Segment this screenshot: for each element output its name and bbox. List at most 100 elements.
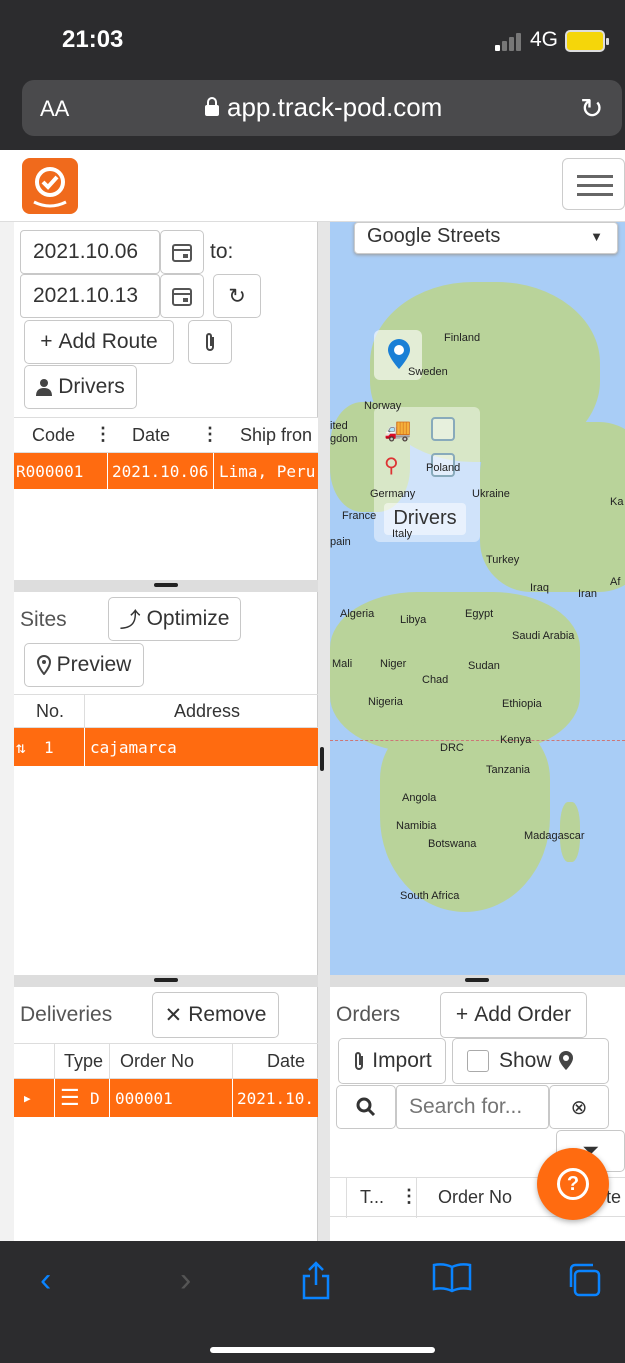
horizontal-splitter[interactable] <box>14 580 318 592</box>
map-label: Poland <box>426 462 461 474</box>
map-view[interactable]: Google Streets ▼ 🚚 ⚲ Drivers Finland Swe… <box>330 222 625 975</box>
map-label: Turkey <box>486 554 520 566</box>
map-label: Botswana <box>428 838 477 850</box>
table-row[interactable]: ▶ ☰ D 000001 2021.10.( <box>14 1079 318 1117</box>
horizontal-splitter[interactable] <box>330 975 625 987</box>
col-address[interactable]: Address <box>174 701 240 722</box>
vertical-splitter[interactable] <box>318 222 330 1241</box>
col-date[interactable]: Date <box>132 425 170 446</box>
calendar-from-icon[interactable] <box>160 230 204 274</box>
calendar-to-icon[interactable] <box>160 274 204 318</box>
col-type[interactable]: T... <box>360 1187 384 1208</box>
reload-icon[interactable]: ↻ <box>580 92 603 125</box>
map-label: pain <box>330 536 351 548</box>
remove-label: Remove <box>188 1003 267 1026</box>
col-date[interactable]: Date <box>267 1051 305 1072</box>
reorder-icon[interactable]: ⇅ <box>16 728 36 766</box>
sites-table-header: No. Address <box>14 694 318 729</box>
import-button[interactable]: Import <box>338 1038 446 1084</box>
drivers-label: Drivers <box>58 375 125 398</box>
map-label: gdom <box>330 433 358 445</box>
text-size-button[interactable]: AA <box>40 96 69 122</box>
tabs-icon[interactable] <box>565 1261 603 1308</box>
sites-label: Sites <box>20 608 67 631</box>
show-checkbox[interactable] <box>467 1050 489 1072</box>
address-bar[interactable]: AA app.track-pod.com ↻ <box>22 80 622 136</box>
search-button[interactable] <box>336 1085 396 1129</box>
map-label: Finland <box>444 332 481 344</box>
search-icon <box>356 1097 376 1117</box>
home-indicator <box>210 1347 435 1353</box>
date-to-input[interactable]: 2021.10.13 <box>20 274 160 318</box>
map-label: Sudan <box>468 660 500 672</box>
col-order-no[interactable]: Order No <box>438 1187 512 1208</box>
attach-button[interactable] <box>188 320 232 364</box>
signal-icon <box>495 31 525 51</box>
app-header <box>0 150 625 222</box>
optimize-button[interactable]: ⤴ Optimize <box>108 597 241 641</box>
delivery-order-no: 000001 <box>115 1088 173 1108</box>
site-no: 1 <box>44 737 54 757</box>
trucks-checkbox[interactable] <box>431 417 455 441</box>
col-code[interactable]: Code <box>32 425 75 446</box>
deliveries-panel: Deliveries ✕ Remove Type Order No Date ▶ … <box>14 987 318 1241</box>
map-label: Ukraine <box>472 488 510 500</box>
map-label: South Africa <box>400 890 460 902</box>
route-code: R000001 <box>16 461 84 481</box>
map-layer-toggles: 🚚 ⚲ Drivers <box>374 407 480 542</box>
col-menu-icon[interactable]: ⋮ <box>94 424 112 445</box>
col-menu-icon[interactable]: ⋮ <box>201 424 219 445</box>
add-order-button[interactable]: + Add Order <box>440 992 587 1038</box>
list-icon: ☰ <box>60 1085 80 1111</box>
sites-panel: Sites ⤴ Optimize Preview No. Address ⇅ 1 … <box>14 592 318 975</box>
preview-button[interactable]: Preview <box>24 643 144 687</box>
map-label: Germany <box>370 488 416 500</box>
close-icon: ✕ <box>164 1003 183 1027</box>
col-no[interactable]: No. <box>36 701 64 722</box>
delivery-date: 2021.10.( <box>237 1088 317 1108</box>
add-order-label: Add Order <box>474 1003 572 1026</box>
show-toggle[interactable]: Show <box>452 1038 609 1084</box>
map-label: Italy <box>392 528 413 540</box>
table-row[interactable]: ⇅ 1 cajamarca <box>14 728 318 766</box>
status-bar: 21:03 4G <box>0 0 625 78</box>
splitter-grip[interactable] <box>320 747 324 771</box>
map-label: Ka <box>610 496 624 508</box>
share-icon[interactable] <box>300 1261 332 1310</box>
forward-icon[interactable]: › <box>180 1261 191 1300</box>
back-icon[interactable]: ‹ <box>40 1261 51 1300</box>
map-label: Algeria <box>340 608 375 620</box>
deliveries-table-header: Type Order No Date <box>14 1043 318 1080</box>
map-label: Namibia <box>396 820 437 832</box>
help-button[interactable]: ? <box>537 1148 609 1220</box>
bookmarks-icon[interactable] <box>432 1261 472 1302</box>
refresh-icon: ↻ <box>228 284 246 308</box>
remove-button[interactable]: ✕ Remove <box>152 992 279 1038</box>
drivers-button[interactable]: Drivers <box>24 365 137 409</box>
user-icon <box>36 379 53 396</box>
map-layer-select[interactable]: Google Streets ▼ <box>354 222 618 254</box>
col-order-no[interactable]: Order No <box>120 1051 194 1072</box>
delivery-type: D <box>90 1088 100 1108</box>
horizontal-splitter[interactable] <box>14 975 318 987</box>
track-pod-logo[interactable] <box>22 158 78 214</box>
help-icon: ? <box>557 1168 589 1200</box>
site-address: cajamarca <box>90 737 177 757</box>
date-from-input[interactable]: 2021.10.06 <box>20 230 160 274</box>
col-type[interactable]: Type <box>64 1051 103 1072</box>
browser-toolbar: AA app.track-pod.com ↻ <box>0 78 625 150</box>
chevron-down-icon: ▼ <box>590 229 603 244</box>
refresh-button[interactable]: ↻ <box>213 274 261 318</box>
clear-icon: ⊗ <box>570 1096 588 1119</box>
to-label: to: <box>210 240 234 263</box>
expand-icon[interactable]: ▶ <box>24 1079 31 1117</box>
map-label: Af <box>610 576 621 588</box>
search-input[interactable] <box>396 1085 549 1129</box>
optimize-label: Optimize <box>146 607 230 630</box>
hamburger-menu-button[interactable] <box>562 158 625 210</box>
url-text[interactable]: app.track-pod.com <box>227 92 442 123</box>
col-ship-from[interactable]: Ship fron <box>240 425 312 446</box>
table-row[interactable]: R000001 2021.10.06 Lima, Peru <box>14 453 318 489</box>
add-route-button[interactable]: + Add Route <box>24 320 174 364</box>
clear-search-button[interactable]: ⊗ <box>549 1085 609 1129</box>
